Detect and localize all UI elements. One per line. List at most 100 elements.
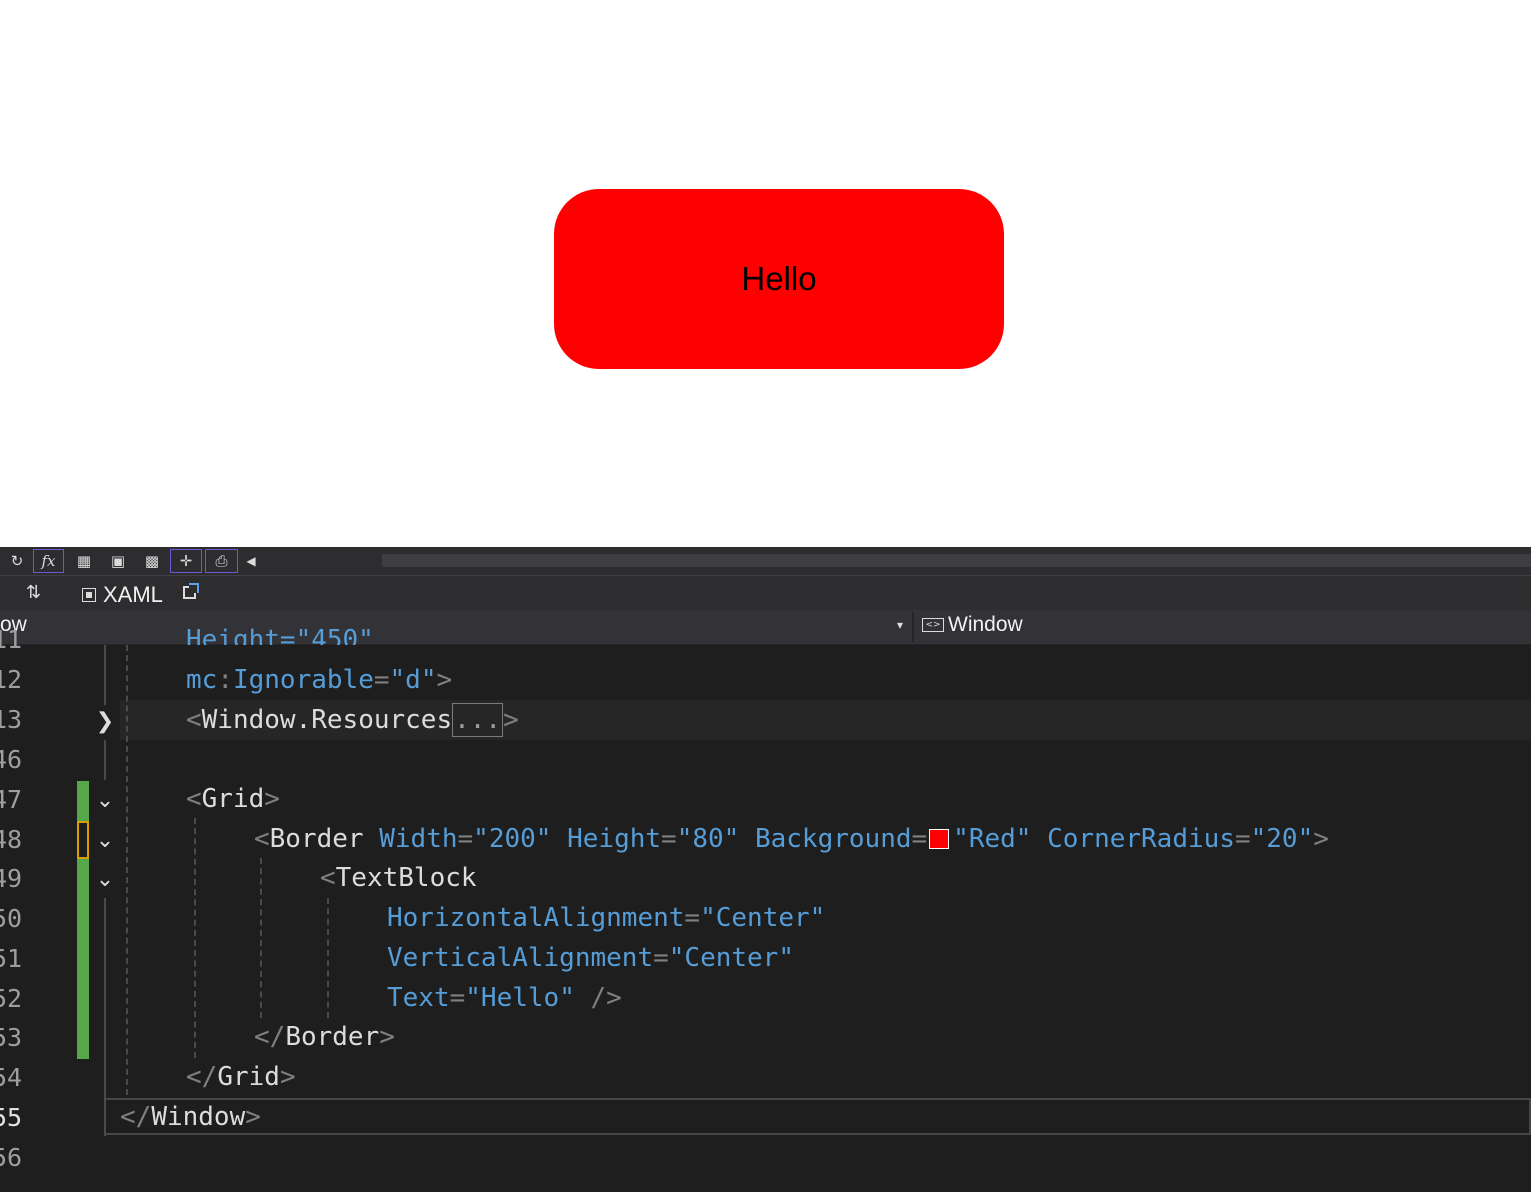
swap-panes-icon[interactable]: ⇅ — [26, 582, 41, 603]
token: > — [245, 1102, 261, 1132]
token: "d" — [389, 665, 437, 695]
code-line[interactable]: HorizontalAlignment="Center" — [387, 898, 825, 938]
token: < — [254, 824, 270, 854]
line-number: 53 — [0, 1023, 23, 1052]
line-number: 49 — [0, 864, 23, 893]
code-line[interactable]: <Window.Resources...> — [186, 700, 519, 740]
token: < — [186, 705, 202, 735]
token: = — [911, 824, 928, 854]
left-arrow-icon[interactable]: ◀ — [243, 549, 259, 573]
line-number: 56 — [0, 1143, 23, 1172]
token: Border — [285, 1022, 380, 1052]
collapsed-region[interactable]: ... — [452, 703, 504, 737]
fx-icon[interactable]: fx — [33, 549, 64, 573]
token: > — [279, 1062, 296, 1092]
token: "200" — [473, 824, 552, 854]
token: mc — [186, 665, 218, 695]
line-number: 50 — [0, 904, 23, 933]
line-number-current: 55 — [0, 1103, 23, 1132]
token: HorizontalAlignment — [387, 903, 685, 933]
chevron-down-icon[interactable]: ▾ — [897, 618, 903, 632]
token: VerticalAlignment — [387, 943, 654, 973]
view-tab-bar — [0, 575, 1531, 611]
design-surface[interactable]: Hello — [0, 0, 1531, 547]
token: "Center" — [668, 943, 794, 973]
token: Height — [567, 824, 662, 854]
token: Background — [754, 824, 912, 854]
token: = — [684, 903, 701, 933]
token: </ — [120, 1102, 152, 1132]
code-line[interactable]: <Grid> — [186, 779, 280, 819]
token: = — [661, 824, 677, 854]
xaml-tab-icon — [82, 588, 96, 602]
code-text: Height="450" — [186, 625, 374, 645]
artboard-icon[interactable]: ▣ — [104, 549, 132, 573]
token: Text — [387, 983, 450, 1013]
token: CornerRadius — [1047, 824, 1235, 854]
code-line[interactable]: VerticalAlignment="Center" — [387, 938, 794, 978]
code-line[interactable]: mc:Ignorable="d"> — [186, 660, 452, 700]
token: : — [217, 665, 233, 695]
token: "Center" — [700, 903, 826, 933]
chevron-down-icon[interactable]: ⌄ — [92, 780, 118, 820]
refresh-icon[interactable]: ↻ — [6, 549, 28, 573]
fold-guide — [104, 740, 106, 780]
indent-guide — [126, 645, 128, 1095]
token: > — [436, 665, 453, 695]
token: = — [449, 983, 466, 1013]
token: "Red" — [953, 824, 1032, 854]
line-number: 12 — [0, 665, 23, 694]
indent-guide — [194, 818, 196, 1058]
nav-right-dropdown[interactable]: Window — [948, 613, 1023, 637]
token: TextBlock — [335, 863, 477, 893]
snap-icon[interactable]: ✛ — [170, 549, 202, 573]
token: "Hello" — [465, 983, 575, 1013]
preview-red-border[interactable]: Hello — [554, 189, 1004, 369]
line-number: 51 — [0, 944, 23, 973]
fold-guide — [104, 645, 106, 705]
token: Window — [151, 1102, 246, 1132]
preview-hello-text: Hello — [741, 260, 817, 297]
token: Grid — [217, 1062, 280, 1092]
code-line[interactable]: <TextBlock — [320, 858, 477, 898]
code-line-current[interactable]: </Window> — [120, 1097, 261, 1137]
code-line[interactable]: Text="Hello" /> — [387, 978, 622, 1018]
current-line-highlight — [104, 1098, 1531, 1135]
tab-xaml[interactable]: XAML — [103, 582, 163, 608]
token: </ — [254, 1022, 286, 1052]
code-line[interactable]: </Border> — [254, 1017, 395, 1057]
token: = — [653, 943, 669, 973]
popout-icon[interactable] — [183, 583, 199, 599]
chevron-down-icon[interactable]: ⌄ — [92, 820, 118, 860]
token: Width — [379, 824, 458, 854]
fold-guide — [104, 898, 106, 1136]
line-number: 13 — [0, 705, 23, 734]
token: Grid — [201, 784, 265, 814]
token: /> — [590, 983, 622, 1013]
indent-guide — [260, 858, 262, 1018]
token: = — [1234, 824, 1251, 854]
token: = — [457, 824, 474, 854]
line-number: 47 — [0, 785, 23, 814]
token: "80" — [676, 824, 740, 854]
token: < — [186, 784, 202, 814]
color-swatch[interactable] — [929, 829, 950, 849]
token: "20" — [1250, 824, 1314, 854]
token: > — [1313, 824, 1329, 854]
chevron-right-icon[interactable]: ❯ — [92, 701, 118, 741]
grid-icon[interactable]: ▦ — [70, 549, 98, 573]
token: = — [373, 665, 390, 695]
save-icon[interactable]: ⎙ — [205, 549, 238, 573]
checker-icon[interactable]: ▩ — [140, 549, 164, 573]
line-number: 52 — [0, 984, 23, 1013]
code-line[interactable]: <Border Width="200" Height="80" Backgrou… — [254, 819, 1329, 859]
code-line[interactable]: Height="450" — [186, 620, 374, 645]
change-tracking-modified — [77, 821, 89, 859]
token: Window.Resources — [201, 705, 453, 735]
chevron-down-icon[interactable]: ⌄ — [92, 859, 118, 899]
token: </ — [186, 1062, 218, 1092]
code-line[interactable]: </Grid> — [186, 1057, 296, 1097]
token: > — [503, 705, 519, 735]
window-element-icon: <> — [922, 618, 944, 632]
horizontal-scrollbar[interactable] — [382, 554, 1531, 567]
